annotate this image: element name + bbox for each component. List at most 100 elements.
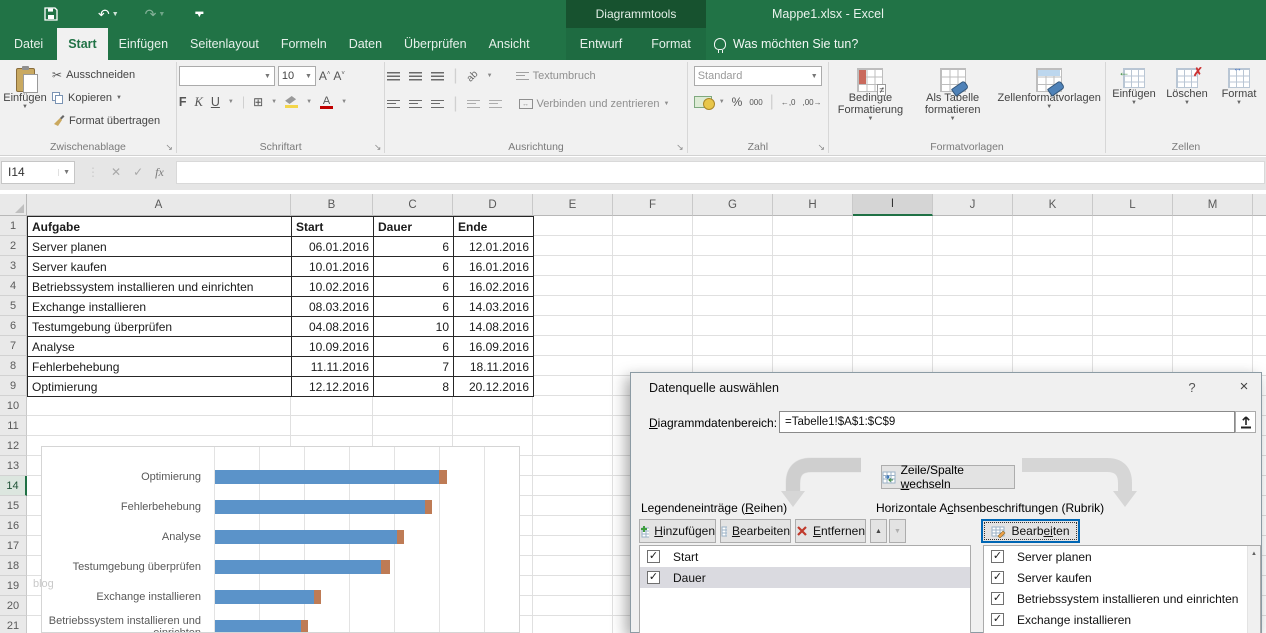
- column-header-G[interactable]: G: [693, 194, 773, 216]
- cell[interactable]: 10.01.2016: [292, 257, 374, 277]
- bar-start-5[interactable]: [215, 590, 314, 604]
- shrink-font-icon[interactable]: A˅: [333, 69, 345, 83]
- comma-style-icon[interactable]: 000: [749, 98, 762, 107]
- format-painter-button[interactable]: Format übertragen: [52, 110, 160, 132]
- font-size-combo[interactable]: 10▼: [278, 66, 316, 86]
- cell[interactable]: Exchange installieren: [28, 297, 292, 317]
- bar-start-1[interactable]: [215, 470, 439, 484]
- row-header-19[interactable]: 19: [0, 576, 27, 596]
- formula-input[interactable]: [176, 161, 1265, 184]
- column-header-B[interactable]: B: [291, 194, 373, 216]
- percent-style-icon[interactable]: %: [732, 95, 743, 109]
- move-up-button[interactable]: ▲: [870, 519, 887, 543]
- cell[interactable]: Testumgebung überprüfen: [28, 317, 292, 337]
- cell[interactable]: Analyse: [28, 337, 292, 357]
- bar-dauer-5[interactable]: [314, 590, 321, 604]
- column-header-E[interactable]: E: [533, 194, 613, 216]
- column-header-D[interactable]: D: [453, 194, 533, 216]
- font-dialog-launcher-icon[interactable]: ↘: [374, 142, 382, 153]
- row-header-3[interactable]: 3: [0, 256, 27, 276]
- cut-button[interactable]: ✂Ausschneiden: [52, 64, 160, 86]
- cancel-icon[interactable]: ✕: [111, 165, 121, 179]
- edit-series-button[interactable]: Bearbeiten: [720, 519, 791, 543]
- tab-start[interactable]: Start: [57, 28, 107, 60]
- cell[interactable]: 08.03.2016: [292, 297, 374, 317]
- font-name-combo[interactable]: ▼: [179, 66, 275, 86]
- cell[interactable]: Betriebssystem installieren und einricht…: [28, 277, 292, 297]
- checkbox[interactable]: ✓: [991, 613, 1004, 626]
- cell[interactable]: 8: [374, 377, 454, 397]
- cell[interactable]: 14.03.2016: [454, 297, 534, 317]
- tab-datei[interactable]: Datei: [0, 28, 57, 60]
- increase-indent-icon[interactable]: [489, 100, 502, 109]
- decrease-indent-icon[interactable]: [467, 100, 480, 109]
- legend-entries-list[interactable]: ✓Start✓Dauer: [639, 545, 971, 633]
- redo-icon[interactable]: ↷: [145, 3, 157, 25]
- cell[interactable]: 20.12.2016: [454, 377, 534, 397]
- tab-überprüfen[interactable]: Überprüfen: [393, 28, 478, 60]
- axis-list-scrollbar[interactable]: ▲: [1247, 546, 1260, 633]
- cell-styles-button[interactable]: Zellenformatvorlagen▼: [995, 64, 1103, 122]
- tab-seitenlayout[interactable]: Seitenlayout: [179, 28, 270, 60]
- column-header-C[interactable]: C: [373, 194, 453, 216]
- bar-start-3[interactable]: [215, 530, 397, 544]
- name-box[interactable]: I14▼: [1, 161, 75, 184]
- cell[interactable]: 6: [374, 237, 454, 257]
- column-header-I[interactable]: I: [853, 194, 933, 216]
- cell[interactable]: 11.11.2016: [292, 357, 374, 377]
- column-header-F[interactable]: F: [613, 194, 693, 216]
- select-all-corner[interactable]: [0, 194, 27, 216]
- list-item[interactable]: ✓Start: [640, 546, 970, 567]
- row-header-6[interactable]: 6: [0, 316, 27, 336]
- remove-series-button[interactable]: Entfernen: [795, 519, 866, 543]
- row-header-21[interactable]: 21: [0, 616, 27, 633]
- bar-dauer-3[interactable]: [397, 530, 404, 544]
- cell[interactable]: 04.08.2016: [292, 317, 374, 337]
- insert-cells-button[interactable]: ← Einfügen▼: [1108, 64, 1160, 106]
- customize-quick-access-icon[interactable]: ▬▼: [195, 3, 203, 25]
- cell[interactable]: 16.02.2016: [454, 277, 534, 297]
- checkbox[interactable]: ✓: [991, 592, 1004, 605]
- cell[interactable]: 06.01.2016: [292, 237, 374, 257]
- fill-color-icon[interactable]: [285, 96, 298, 108]
- row-header-9[interactable]: 9: [0, 376, 27, 396]
- tab-formeln[interactable]: Formeln: [270, 28, 338, 60]
- font-color-icon[interactable]: A: [320, 95, 333, 109]
- scroll-up-icon[interactable]: ▲: [1248, 546, 1260, 561]
- switch-row-column-button[interactable]: Zeile/Spalte wechseln: [881, 465, 1015, 489]
- tab-entwurf[interactable]: Entwurf: [566, 28, 636, 60]
- cell[interactable]: Server kaufen: [28, 257, 292, 277]
- row-header-11[interactable]: 11: [0, 416, 27, 436]
- bar-dauer-1[interactable]: [439, 470, 447, 484]
- list-item[interactable]: ✓Exchange installieren: [984, 609, 1247, 630]
- checkbox[interactable]: ✓: [991, 550, 1004, 563]
- orientation-icon[interactable]: ab: [464, 68, 480, 84]
- number-dialog-launcher-icon[interactable]: ↘: [817, 142, 825, 153]
- cell[interactable]: 16.01.2016: [454, 257, 534, 277]
- bar-start-6[interactable]: [215, 620, 301, 633]
- cell[interactable]: 12.01.2016: [454, 237, 534, 257]
- cell[interactable]: Aufgabe: [28, 217, 292, 237]
- cell[interactable]: 16.09.2016: [454, 337, 534, 357]
- borders-icon[interactable]: ⊞: [253, 95, 263, 109]
- column-header-A[interactable]: A: [27, 194, 291, 216]
- cell[interactable]: 14.08.2016: [454, 317, 534, 337]
- clipboard-dialog-launcher-icon[interactable]: ↘: [165, 142, 173, 153]
- tab-ansicht[interactable]: Ansicht: [478, 28, 541, 60]
- chart-data-range-input[interactable]: =Tabelle1!$A$1:$C$9: [779, 411, 1235, 433]
- gantt-chart[interactable]: OptimierungFehlerbehebungAnalyseTestumge…: [41, 446, 520, 633]
- undo-dropdown-icon[interactable]: ▼: [112, 11, 119, 18]
- row-header-16[interactable]: 16: [0, 516, 27, 536]
- cell[interactable]: Server planen: [28, 237, 292, 257]
- bar-start-4[interactable]: [215, 560, 381, 574]
- align-middle-icon[interactable]: [409, 72, 422, 81]
- row-header-2[interactable]: 2: [0, 236, 27, 256]
- conditional-formatting-button[interactable]: Bedingte Formatierung▼: [831, 64, 910, 122]
- format-as-table-button[interactable]: Als Tabelle formatieren▼: [916, 64, 990, 122]
- list-item[interactable]: ✓Dauer: [640, 567, 970, 588]
- column-header-K[interactable]: K: [1013, 194, 1093, 216]
- column-header-J[interactable]: J: [933, 194, 1013, 216]
- row-header-13[interactable]: 13: [0, 456, 27, 476]
- align-right-icon[interactable]: [431, 100, 444, 109]
- cell[interactable]: 10.09.2016: [292, 337, 374, 357]
